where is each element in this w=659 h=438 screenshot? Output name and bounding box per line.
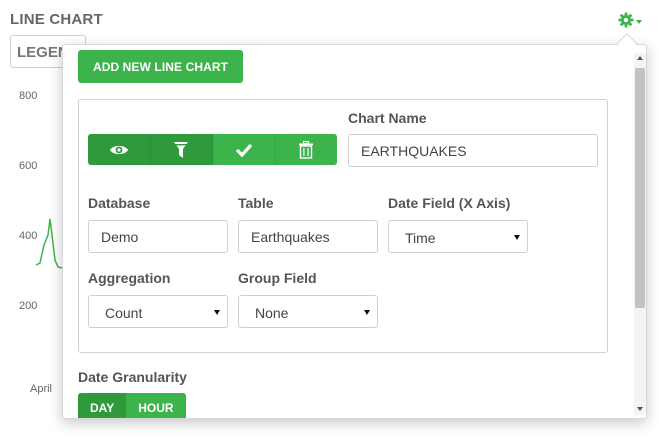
date-granularity-toggle: DAY HOUR bbox=[78, 393, 186, 418]
aggregation-select[interactable]: Count bbox=[88, 295, 228, 328]
chevron-down-icon bbox=[214, 310, 220, 315]
date-field-select[interactable]: Time bbox=[388, 220, 528, 253]
database-label: Database bbox=[88, 195, 151, 211]
chart-name-label: Chart Name bbox=[348, 110, 427, 126]
toggle-visibility-button[interactable] bbox=[88, 134, 151, 165]
settings-button[interactable] bbox=[618, 10, 652, 30]
scrollbar-thumb[interactable] bbox=[635, 68, 645, 308]
date-field-value: Time bbox=[405, 230, 436, 246]
y-tick-label: 200 bbox=[19, 300, 38, 312]
settings-popover: ADD NEW LINE CHART Chart Name EARTHQUAKE… bbox=[62, 44, 647, 419]
chevron-down-icon bbox=[514, 235, 520, 240]
filter-button[interactable] bbox=[150, 134, 213, 165]
check-icon bbox=[235, 143, 252, 157]
trash-icon bbox=[299, 140, 314, 159]
y-tick-label: 600 bbox=[19, 160, 38, 172]
table-label: Table bbox=[238, 195, 274, 211]
scrollbar[interactable] bbox=[634, 53, 646, 415]
widget-title: LINE CHART bbox=[10, 11, 103, 28]
aggregation-value: Count bbox=[105, 305, 143, 321]
chart-toolbar bbox=[88, 134, 337, 165]
y-tick-label: 800 bbox=[19, 90, 38, 102]
gear-icon bbox=[618, 12, 634, 28]
date-granularity-label: Date Granularity bbox=[78, 369, 187, 385]
aggregation-label: Aggregation bbox=[88, 270, 171, 286]
delete-button[interactable] bbox=[275, 134, 337, 165]
chevron-down-icon bbox=[636, 19, 642, 24]
group-field-select[interactable]: None bbox=[238, 295, 378, 328]
filter-icon bbox=[174, 141, 189, 158]
granularity-day-button[interactable]: DAY bbox=[78, 393, 127, 418]
group-field-value: None bbox=[255, 305, 289, 321]
group-field-label: Group Field bbox=[238, 270, 317, 286]
granularity-hour-button[interactable]: HOUR bbox=[126, 393, 186, 418]
scroll-down-icon[interactable] bbox=[637, 407, 643, 411]
database-input[interactable] bbox=[88, 220, 228, 253]
chart-name-input[interactable] bbox=[348, 134, 598, 167]
save-button[interactable] bbox=[213, 134, 276, 165]
eye-icon bbox=[109, 145, 128, 154]
chart-config-panel: Chart Name EARTHQUAKES Database Table Da… bbox=[78, 99, 608, 353]
scroll-up-icon[interactable] bbox=[637, 56, 643, 60]
x-tick-label: April bbox=[30, 383, 53, 395]
table-input[interactable] bbox=[238, 220, 378, 253]
date-field-label: Date Field (X Axis) bbox=[388, 195, 511, 211]
chevron-down-icon bbox=[364, 310, 370, 315]
add-new-line-chart-button[interactable]: ADD NEW LINE CHART bbox=[78, 50, 243, 83]
